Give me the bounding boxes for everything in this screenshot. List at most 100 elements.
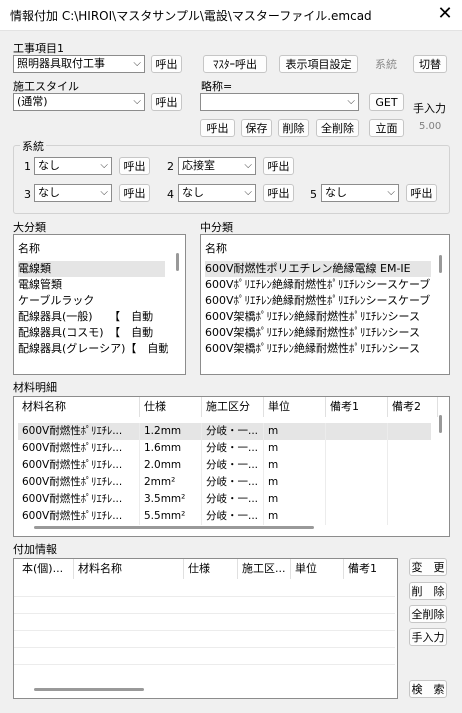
display-settings-button[interactable]: 表示項目設定 <box>279 55 358 73</box>
table-cell[interactable]: 600V耐燃性ﾎﾟﾘｴﾁﾚ... <box>18 491 140 508</box>
work-item-call-button[interactable]: 呼出 <box>151 55 182 73</box>
close-icon[interactable]: ✕ <box>432 2 458 26</box>
chevron-down-icon: ⌵ <box>244 187 252 198</box>
additional-info-hscrollbar[interactable] <box>34 688 144 691</box>
column-header-construction-class[interactable]: 施工区分 <box>202 397 264 417</box>
construction-style-select[interactable]: (通常) ⌵ <box>13 93 145 111</box>
list-item[interactable]: 600V耐燃性ポリエチレン絶縁電線 EM-IE <box>205 261 431 277</box>
table-cell[interactable]: m <box>264 474 326 491</box>
table-cell[interactable]: 3.5mm² <box>140 491 202 508</box>
list-item[interactable]: 配線器具(コスモ) 【 自動 <box>18 325 168 341</box>
table-cell[interactable]: 分岐・一... <box>202 474 264 491</box>
switch-button[interactable]: 切替 <box>413 55 447 73</box>
system-slot-3-select[interactable]: なし ⌵ <box>34 184 112 202</box>
list-item[interactable]: 600V架橋ﾎﾟﾘｴﾁﾚﾝ絶縁耐燃性ﾎﾟﾘｴﾁﾚﾝシース <box>205 309 431 325</box>
table-cell[interactable] <box>326 457 388 474</box>
work-item-select[interactable]: 照明器具取付工事 ⌵ <box>13 55 145 73</box>
system-slot-2-select[interactable]: 応接室 ⌵ <box>178 157 256 175</box>
abbr-call-button[interactable]: 呼出 <box>200 119 235 137</box>
system-slot-2-call-button[interactable]: 呼出 <box>263 157 294 175</box>
get-button[interactable]: GET <box>369 93 404 111</box>
middle-category-list[interactable]: 名称 600V耐燃性ポリエチレン絶縁電線 EM-IE 600Vﾎﾟﾘｴﾁﾚﾝ絶縁… <box>200 234 450 375</box>
material-detail-table[interactable]: 材料名称 仕様 施工区分 単位 備考1 備考2 600V耐燃性ﾎﾟﾘｴﾁﾚ...… <box>13 396 450 537</box>
table-cell[interactable]: m <box>264 440 326 457</box>
table-cell[interactable]: 600V耐燃性ﾎﾟﾘｴﾁﾚ... <box>18 457 140 474</box>
search-button[interactable]: 検 索 <box>409 680 447 698</box>
manual-input-button[interactable]: 手入力 <box>409 628 447 646</box>
list-item[interactable]: 電線類 <box>18 261 165 277</box>
material-detail-vscrollbar[interactable] <box>439 415 442 433</box>
column-header-unit[interactable]: 単位 <box>264 397 326 417</box>
abbreviation-label: 略称= <box>201 80 233 93</box>
window-title: 情報付加 C:\HIROI\マスタサンプル\電設\マスターファイル.emcad <box>10 9 372 23</box>
table-cell[interactable]: m <box>264 423 326 440</box>
column-header-note1[interactable]: 備考1 <box>326 397 388 417</box>
table-cell[interactable]: 2.0mm <box>140 457 202 474</box>
delete-button[interactable]: 削 除 <box>409 582 447 600</box>
table-cell[interactable]: m <box>264 457 326 474</box>
table-cell[interactable]: 1.6mm <box>140 440 202 457</box>
major-category-scrollbar[interactable] <box>176 253 179 271</box>
table-cell[interactable] <box>326 474 388 491</box>
column-header-construction-class[interactable]: 施工区... <box>238 559 291 579</box>
list-item[interactable]: 配線器具(グレーシア)【 自動 <box>18 341 168 357</box>
list-item[interactable]: 600Vﾎﾟﾘｴﾁﾚﾝ絶縁耐燃性ﾎﾟﾘｴﾁﾚﾝシースケーブル <box>205 293 431 309</box>
table-cell[interactable]: 分岐・一... <box>202 423 264 440</box>
material-detail-hscrollbar[interactable] <box>34 526 314 529</box>
table-cell[interactable]: 分岐・一... <box>202 491 264 508</box>
list-item[interactable]: 600V架橋ﾎﾟﾘｴﾁﾚﾝ絶縁耐燃性ﾎﾟﾘｴﾁﾚﾝシース <box>205 341 431 357</box>
table-cell[interactable]: m <box>264 508 326 525</box>
table-cell[interactable] <box>326 440 388 457</box>
change-button[interactable]: 変 更 <box>409 558 447 576</box>
elevation-button[interactable]: 立面 <box>369 119 404 137</box>
table-cell[interactable]: 分岐・一... <box>202 508 264 525</box>
system-slot-4-call-button[interactable]: 呼出 <box>263 184 294 202</box>
column-header-note2[interactable]: 備考2 <box>388 397 438 417</box>
system-slot-5-select[interactable]: なし ⌵ <box>321 184 399 202</box>
system-slot-5-call-button[interactable]: 呼出 <box>406 184 437 202</box>
table-cell[interactable]: 分岐・一... <box>202 440 264 457</box>
system-slot-1-select[interactable]: なし ⌵ <box>34 157 112 175</box>
list-item[interactable]: 600V架橋ﾎﾟﾘｴﾁﾚﾝ絶縁耐燃性ﾎﾟﾘｴﾁﾚﾝシース <box>205 325 431 341</box>
column-header-material-name[interactable]: 材料名称 <box>74 559 184 579</box>
table-cell[interactable]: 600V耐燃性ﾎﾟﾘｴﾁﾚ... <box>18 474 140 491</box>
list-item[interactable]: 配線器具(一般) 【 自動 <box>18 309 168 325</box>
table-cell[interactable]: 600V耐燃性ﾎﾟﾘｴﾁﾚ... <box>18 508 140 525</box>
construction-style-call-button[interactable]: 呼出 <box>151 93 182 111</box>
list-item[interactable]: 600Vﾎﾟﾘｴﾁﾚﾝ絶縁耐燃性ﾎﾟﾘｴﾁﾚﾝシースケーブル <box>205 277 431 293</box>
middle-category-scrollbar[interactable] <box>439 255 442 273</box>
table-cell[interactable]: 1.2mm <box>140 423 202 440</box>
column-header-unit[interactable]: 単位 <box>291 559 344 579</box>
column-header-spec[interactable]: 仕様 <box>140 397 202 417</box>
chevron-down-icon: ⌵ <box>100 160 108 171</box>
master-call-button[interactable]: ﾏｽﾀｰ呼出 <box>203 55 267 73</box>
system-button[interactable]: 系統 <box>369 55 403 73</box>
system-slot-4-select[interactable]: なし ⌵ <box>178 184 256 202</box>
table-cell[interactable]: 600V耐燃性ﾎﾟﾘｴﾁﾚ... <box>18 423 140 440</box>
table-cell[interactable] <box>326 508 388 525</box>
system-slot-1-call-button[interactable]: 呼出 <box>119 157 150 175</box>
major-category-list[interactable]: 名称 電線類 電線管類 ケーブルラック 配線器具(一般) 【 自動 配線器具(コ… <box>13 234 186 375</box>
table-cell[interactable]: 2mm² <box>140 474 202 491</box>
column-header-count[interactable]: 本(個)... <box>18 559 74 579</box>
delete-all-button[interactable]: 全削除 <box>409 605 447 623</box>
abbr-save-button[interactable]: 保存 <box>241 119 272 137</box>
table-cell[interactable] <box>326 491 388 508</box>
table-cell[interactable] <box>326 423 388 440</box>
system-slot-2-number: 2 <box>167 160 174 173</box>
abbreviation-select[interactable]: ⌵ <box>200 93 359 111</box>
column-header-note1[interactable]: 備考1 <box>344 559 396 579</box>
column-header-spec[interactable]: 仕様 <box>184 559 238 579</box>
list-item[interactable]: 電線管類 <box>18 277 168 293</box>
system-slot-3-value: なし <box>38 186 60 199</box>
abbr-delete-button[interactable]: 削除 <box>278 119 309 137</box>
table-cell[interactable]: 600V耐燃性ﾎﾟﾘｴﾁﾚ... <box>18 440 140 457</box>
table-cell[interactable]: 分岐・一... <box>202 457 264 474</box>
system-slot-3-call-button[interactable]: 呼出 <box>119 184 150 202</box>
table-cell[interactable]: 5.5mm² <box>140 508 202 525</box>
abbr-delete-all-button[interactable]: 全削除 <box>316 119 359 137</box>
list-item[interactable]: ケーブルラック <box>18 293 168 309</box>
additional-info-table[interactable]: 本(個)... 材料名称 仕様 施工区... 単位 備考1 <box>13 558 398 699</box>
table-cell[interactable]: m <box>264 491 326 508</box>
column-header-material-name[interactable]: 材料名称 <box>18 397 140 417</box>
